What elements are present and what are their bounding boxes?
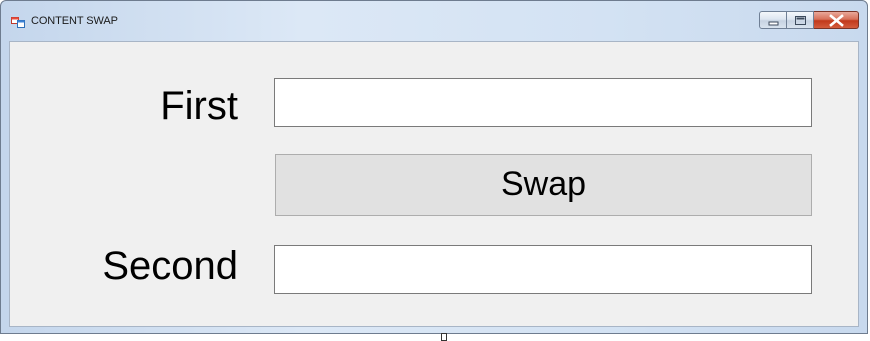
first-input[interactable] (274, 78, 812, 127)
minimize-icon (768, 21, 779, 26)
close-button[interactable] (814, 11, 859, 29)
second-input[interactable] (274, 245, 812, 294)
maximize-icon (795, 16, 806, 25)
second-label: Second (102, 244, 238, 288)
form-client-area: First Swap Second (9, 41, 859, 327)
maximize-button[interactable] (787, 11, 814, 29)
minimize-button[interactable] (759, 11, 787, 29)
title-bar[interactable]: CONTENT SWAP (1, 1, 867, 41)
swap-button[interactable]: Swap (275, 154, 812, 216)
window-title: CONTENT SWAP (31, 15, 118, 27)
app-window: CONTENT SWAP First Swap Second (0, 0, 868, 341)
close-icon (829, 14, 844, 27)
form-icon[interactable] (11, 14, 25, 28)
first-label: First (160, 84, 238, 128)
